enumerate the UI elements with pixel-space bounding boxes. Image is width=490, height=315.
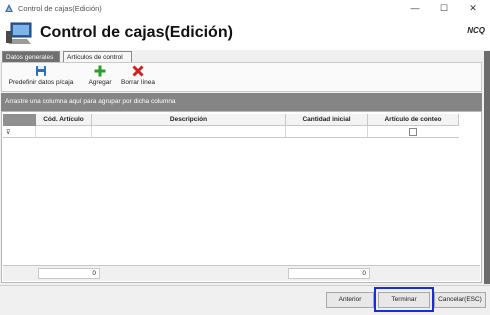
group-by-panel[interactable]: Arrastre una columna aquí para agrupar p… — [1, 93, 482, 111]
terminar-highlight-box — [374, 287, 434, 312]
tab-datos-generales[interactable]: Datos generales — [2, 51, 60, 62]
summary-footer: 0 0 — [3, 265, 480, 281]
borrar-linea-button[interactable]: Borrar línea — [118, 65, 158, 86]
column-header-cod-articulo[interactable]: Cód. Artículo — [36, 114, 92, 126]
borrar-linea-label: Borrar línea — [121, 79, 155, 86]
close-button[interactable]: ✕ — [463, 2, 483, 14]
tab-articulos-de-control[interactable]: Artículos de control — [63, 51, 132, 62]
filter-cell-cantidad-inicial[interactable] — [286, 126, 368, 137]
save-icon — [36, 66, 46, 76]
agregar-label: Agregar — [88, 79, 112, 86]
toolbar: Predefinir datos p/caja Agregar Borrar l… — [1, 62, 482, 92]
filter-cell-cod-articulo[interactable] — [36, 126, 92, 137]
filter-indicator-cell — [3, 126, 36, 137]
panel-right-edge — [484, 51, 490, 284]
window-title: Control de cajas(Edición) — [18, 4, 102, 13]
delete-icon — [132, 65, 144, 77]
summary-cantidad-inicial: 0 — [288, 268, 370, 279]
page-title: Control de cajas(Edición) — [40, 24, 233, 41]
agregar-button[interactable]: Agregar — [84, 65, 116, 86]
articles-grid: Cód. Artículo Descripción Cantidad inici… — [1, 111, 482, 283]
predefinir-label: Predefinir datos p/caja — [8, 79, 74, 86]
company-logo: NCQ — [467, 26, 485, 35]
minimize-button[interactable]: — — [405, 2, 425, 14]
column-header-cantidad-inicial[interactable]: Cantidad inicial — [286, 114, 368, 126]
filter-checkbox-articulo-de-conteo[interactable] — [409, 128, 417, 136]
add-icon — [94, 65, 106, 77]
app-icon — [5, 4, 13, 12]
predefinir-button[interactable]: Predefinir datos p/caja — [4, 65, 78, 86]
maximize-button[interactable]: ☐ — [434, 2, 454, 14]
column-header-articulo-de-conteo[interactable]: Artículo de conteo — [368, 114, 459, 126]
row-indicator-header — [3, 114, 36, 126]
summary-cod-articulo: 0 — [38, 268, 100, 279]
filter-row[interactable]: ⊽ — [3, 126, 459, 138]
filter-cell-descripcion[interactable] — [92, 126, 286, 137]
column-header-descripcion[interactable]: Descripción — [92, 114, 286, 126]
window-titlebar: Control de cajas(Edición) — ☐ ✕ — [0, 0, 490, 16]
anterior-button[interactable]: Anterior — [326, 292, 374, 308]
form-header: Control de cajas(Edición) NCQ — [0, 16, 490, 50]
pc-icon — [6, 22, 32, 44]
cancelar-button[interactable]: Cancelar(ESC) — [434, 292, 486, 308]
